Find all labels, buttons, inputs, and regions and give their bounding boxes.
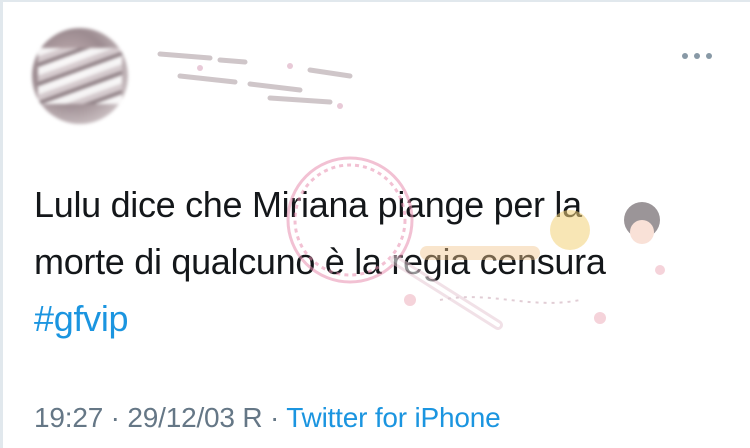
meta-separator: ·	[269, 402, 280, 433]
tweet-text-line: morte di qualcuno è la regia censura	[34, 241, 606, 282]
tweet-source-link[interactable]: Twitter for iPhone	[286, 402, 500, 433]
meta-separator: ·	[110, 402, 120, 433]
tweet-text: Lulu dice che Miriana piange per la mort…	[34, 176, 724, 347]
tweet-date[interactable]: 29/12/03 R	[127, 402, 262, 433]
more-dot-icon	[706, 53, 712, 59]
tweet-time[interactable]: 19:27	[34, 402, 103, 433]
card-border-left	[0, 0, 3, 448]
card-border-top	[0, 0, 750, 2]
redacted-author-name[interactable]	[150, 40, 360, 110]
more-options-icon[interactable]	[682, 46, 722, 66]
tweet-text-line: Lulu dice che Miriana piange per la	[34, 184, 582, 225]
hashtag-link[interactable]: #gfvip	[34, 290, 724, 347]
more-dot-icon	[682, 53, 688, 59]
tweet-card: Lulu dice che Miriana piange per la mort…	[0, 0, 750, 448]
more-dot-icon	[694, 53, 700, 59]
tweet-meta: 19:27 · 29/12/03 R · Twitter for iPhone	[34, 402, 501, 434]
avatar[interactable]	[32, 28, 128, 124]
